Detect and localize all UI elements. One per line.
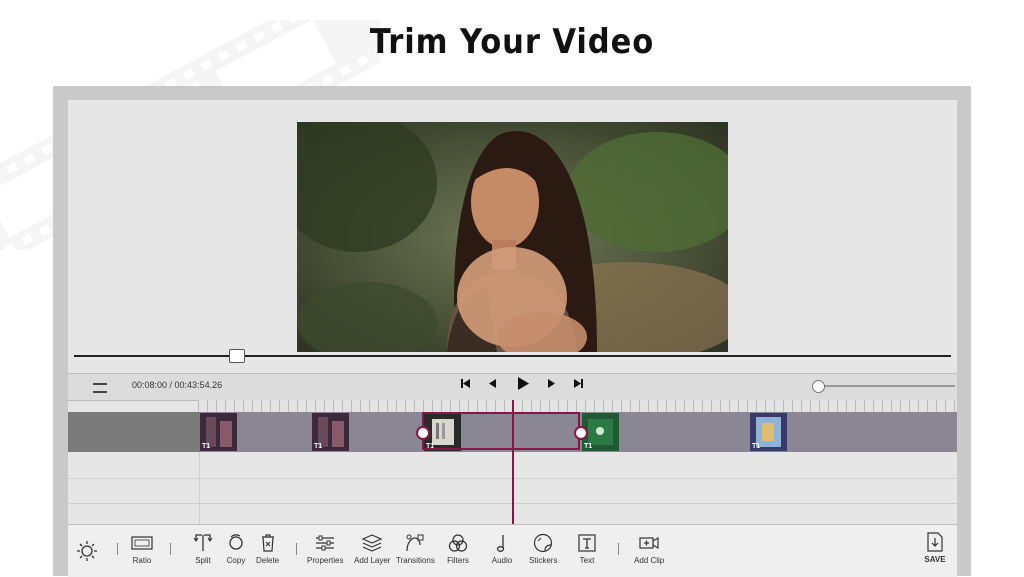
split-label: Split [195, 556, 211, 565]
filters-button[interactable]: Filters [447, 532, 469, 565]
stickers-label: Stickers [529, 556, 558, 565]
play-icon[interactable] [516, 376, 530, 394]
clip-thumbnail[interactable]: T1 [750, 413, 787, 451]
sticker-icon [534, 533, 553, 553]
copy-icon [229, 534, 243, 550]
clip-thumbnail[interactable]: T1 [200, 413, 237, 451]
next-frame-icon[interactable] [547, 378, 557, 392]
sun-icon [77, 541, 97, 561]
track-header [68, 412, 200, 452]
text-icon [578, 534, 596, 552]
clip-track-label: T1 [202, 443, 211, 450]
stickers-button[interactable]: Stickers [529, 532, 557, 565]
timeline-zoom-slider[interactable] [818, 385, 955, 387]
music-note-icon [496, 535, 505, 552]
previous-frame-icon[interactable] [487, 378, 497, 392]
trim-end-handle[interactable] [574, 426, 588, 440]
clip-track-label: T1 [752, 443, 761, 450]
add-clip-button[interactable]: Add Clip [634, 532, 664, 565]
save-button[interactable]: SAVE [924, 531, 946, 564]
text-button[interactable]: Text [576, 532, 598, 565]
page-title: Trim Your Video [369, 22, 655, 62]
filters-label: Filters [447, 556, 469, 565]
timeline-ruler[interactable] [198, 400, 957, 412]
clip-track-label: T1 [314, 443, 323, 450]
brightness-button[interactable] [76, 540, 98, 562]
delete-button[interactable]: Delete [256, 532, 279, 565]
sliders-icon [316, 535, 335, 551]
add-layer-label: Add Layer [354, 556, 391, 565]
ratio-button[interactable]: Ratio [131, 532, 153, 565]
properties-label: Properties [307, 556, 344, 565]
video-camera-plus-icon [639, 536, 659, 550]
video-preview[interactable] [297, 122, 728, 352]
filters-icon [448, 534, 468, 552]
text-label: Text [579, 556, 595, 565]
toolbar-separator [296, 543, 297, 555]
toolbar-separator [618, 543, 619, 555]
menu-icon[interactable] [93, 383, 107, 393]
download-file-icon [927, 532, 943, 552]
transitions-label: Transitions [396, 556, 435, 565]
delete-label: Delete [256, 556, 280, 565]
split-icon [193, 534, 213, 551]
audio-button[interactable]: Audio [491, 532, 513, 565]
copy-label: Copy [226, 556, 246, 565]
seek-handle[interactable] [229, 349, 245, 363]
seek-bar[interactable] [74, 355, 951, 357]
timecode-display: 00:08:00 / 00:43:54.26 [132, 380, 223, 390]
preview-frame-image [297, 122, 728, 352]
transitions-button[interactable]: Transitions [396, 532, 435, 565]
add-layer-button[interactable]: Add Layer [354, 532, 390, 565]
toolbar-separator [117, 543, 118, 555]
add-clip-label: Add Clip [634, 556, 665, 565]
split-button[interactable]: Split [192, 532, 214, 565]
clip-track-label: T1 [584, 443, 593, 450]
aspect-ratio-icon [131, 536, 153, 550]
clip-thumbnail[interactable]: T1 [312, 413, 349, 451]
transitions-icon [406, 534, 424, 552]
layers-icon [361, 534, 383, 552]
skip-to-start-icon[interactable] [460, 378, 471, 392]
audio-label: Audio [491, 556, 513, 565]
trim-selection[interactable] [422, 412, 580, 450]
timeline-zoom-handle[interactable] [812, 380, 825, 393]
skip-to-end-icon[interactable] [573, 378, 584, 392]
toolbar-separator [170, 543, 171, 555]
copy-button[interactable]: Copy [225, 532, 247, 565]
ratio-label: Ratio [132, 556, 152, 565]
playhead[interactable] [512, 400, 514, 524]
trash-icon [261, 534, 274, 552]
save-label: SAVE [924, 555, 946, 564]
trim-start-handle[interactable] [416, 426, 430, 440]
properties-button[interactable]: Properties [307, 532, 343, 565]
track-header-divider [199, 452, 200, 524]
